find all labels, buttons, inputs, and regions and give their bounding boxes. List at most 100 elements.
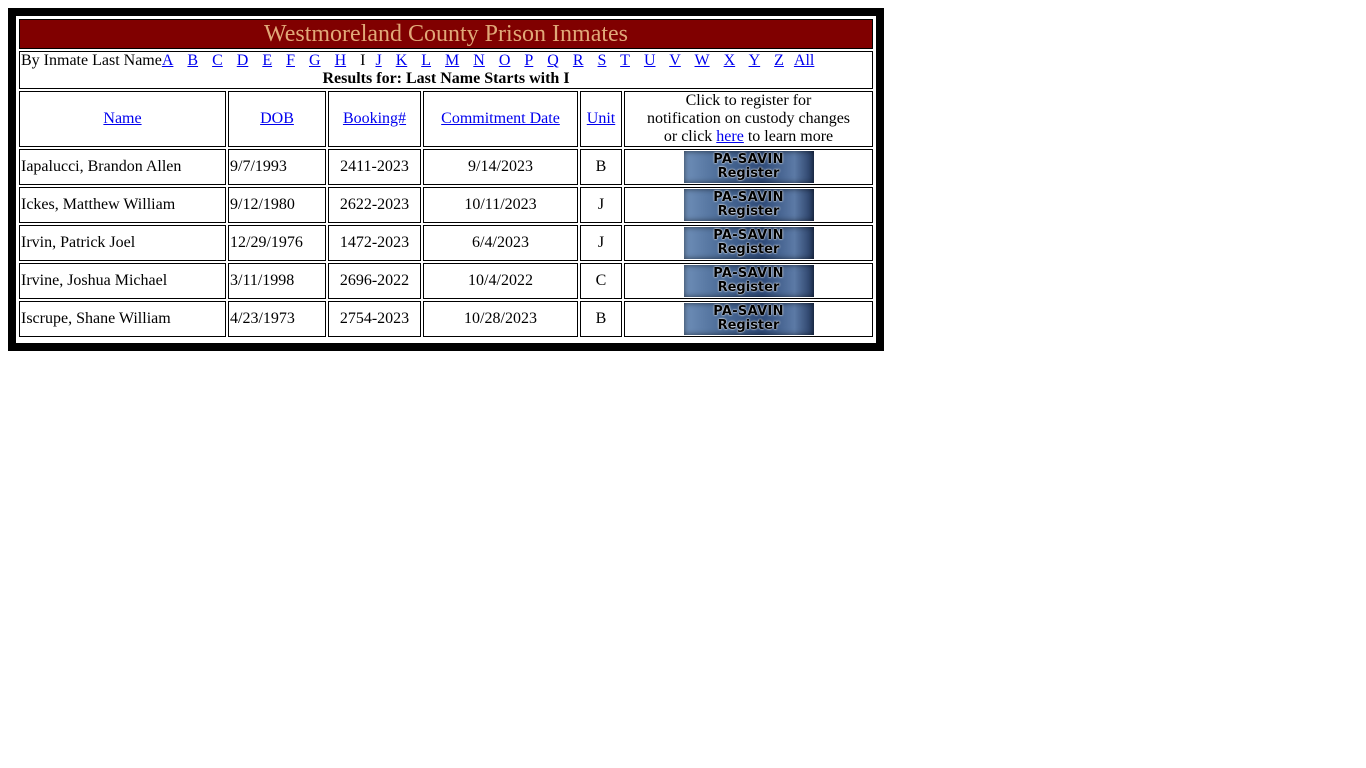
letter-link-k[interactable]: K [396,52,408,69]
booking-number-cell: 2754-2023 [328,301,421,337]
letter-link-h[interactable]: H [335,52,347,69]
letter-nav: By Inmate Last NameA B C D E F G H I J K… [19,51,873,89]
inmate-name-cell: Iapalucci, Brandon Allen [19,149,226,185]
header-booking: Booking# [328,91,421,147]
page-frame: Westmoreland County Prison Inmates By In… [8,8,884,351]
letter-link-m[interactable]: M [445,52,459,69]
button-line-1: PA-SAVIN [713,304,784,319]
letter-link-o[interactable]: O [499,52,511,69]
letter-link-v[interactable]: V [669,52,681,69]
booking-number-cell: 1472-2023 [328,225,421,261]
commitment-date-cell: 9/14/2023 [423,149,578,185]
table-row: Ickes, Matthew William 9/12/1980 2622-2023… [19,187,873,223]
header-unit: Unit [580,91,622,147]
pa-savin-register-button[interactable]: PA-SAVIN Register [683,265,814,297]
inmate-name-cell: Iscrupe, Shane William [19,301,226,337]
letter-link-n[interactable]: N [473,52,485,69]
pa-savin-register-button[interactable]: PA-SAVIN Register [683,189,814,221]
button-line-1: PA-SAVIN [713,228,784,243]
pa-savin-register-button[interactable]: PA-SAVIN Register [683,151,814,183]
unit-cell: C [580,263,622,299]
letter-link-c[interactable]: C [212,52,223,69]
letter-link-y[interactable]: Y [749,52,761,69]
booking-number-cell: 2696-2022 [328,263,421,299]
letter-link-q[interactable]: Q [547,52,559,69]
register-text-2: notification on custody changes [646,110,851,127]
nav-prefix: By Inmate Last Name [21,52,162,69]
unit-cell: B [580,149,622,185]
letter-link-w[interactable]: W [695,52,710,69]
register-cell: PA-SAVIN Register [624,263,873,299]
button-line-1: PA-SAVIN [713,152,784,167]
button-line-1: PA-SAVIN [713,266,784,281]
register-cell: PA-SAVIN Register [624,225,873,261]
table-row: Iscrupe, Shane William 4/23/1973 2754-2023… [19,301,873,337]
inmate-dob-cell: 3/11/1998 [228,263,326,299]
unit-cell: B [580,301,622,337]
register-cell: PA-SAVIN Register [624,301,873,337]
letter-link-all[interactable]: All [794,52,814,69]
letter-link-s[interactable]: S [598,52,607,69]
booking-number-cell: 2411-2023 [328,149,421,185]
commitment-date-cell: 10/11/2023 [423,187,578,223]
header-name: Name [19,91,226,147]
register-text-4: to learn more [743,128,834,145]
header-row: Name DOB Booking# Commitment Date Unit C… [19,91,873,147]
inmate-name-cell: Irvine, Joshua Michael [19,263,226,299]
header-register: Click to register for notification on cu… [624,91,873,147]
commitment-date-cell: 6/4/2023 [423,225,578,261]
register-cell: PA-SAVIN Register [624,149,873,185]
learn-more-link[interactable]: here [716,128,744,145]
button-line-2: Register [717,318,780,333]
letter-link-x[interactable]: X [724,52,736,69]
letter-link-a[interactable]: A [162,52,174,69]
table-row: Irvine, Joshua Michael 3/11/1998 2696-2022… [19,263,873,299]
inmate-name-cell: Irvin, Patrick Joel [19,225,226,261]
sort-name-link[interactable]: Name [103,110,141,127]
letter-link-l[interactable]: L [421,52,431,69]
letter-link-u[interactable]: U [644,52,656,69]
button-line-2: Register [717,166,780,181]
letter-link-b[interactable]: B [187,52,198,69]
button-line-2: Register [717,242,780,257]
pa-savin-register-button[interactable]: PA-SAVIN Register [683,227,814,259]
letter-current-i: I [360,52,366,69]
booking-number-cell: 2622-2023 [328,187,421,223]
inmate-dob-cell: 9/12/1980 [228,187,326,223]
table-row: Iapalucci, Brandon Allen 9/7/1993 2411-202… [19,149,873,185]
button-line-1: PA-SAVIN [713,190,784,205]
table-row: Irvin, Patrick Joel 12/29/1976 1472-2023 6/… [19,225,873,261]
commitment-date-cell: 10/4/2022 [423,263,578,299]
unit-cell: J [580,225,622,261]
pa-savin-register-button[interactable]: PA-SAVIN Register [683,303,814,335]
letter-link-z[interactable]: Z [774,52,784,69]
register-text-3: or click [663,128,717,145]
letter-link-p[interactable]: P [524,52,533,69]
header-dob: DOB [228,91,326,147]
inmate-table: Westmoreland County Prison Inmates By In… [17,17,875,339]
inmate-dob-cell: 4/23/1973 [228,301,326,337]
inmate-name-cell: Ickes, Matthew William [19,187,226,223]
inmate-dob-cell: 12/29/1976 [228,225,326,261]
letter-nav-line: By Inmate Last NameA B C D E F G H I J K… [21,52,871,70]
register-text-1: Click to register for [685,92,812,109]
unit-cell: J [580,187,622,223]
commitment-date-cell: 10/28/2023 [423,301,578,337]
results-summary: Results for: Last Name Starts with I [322,70,570,87]
letter-link-t[interactable]: T [620,52,630,69]
button-line-2: Register [717,280,780,295]
page-title: Westmoreland County Prison Inmates [19,19,873,49]
letter-link-g[interactable]: G [309,52,321,69]
letter-link-f[interactable]: F [286,52,295,69]
sort-dob-link[interactable]: DOB [260,110,294,127]
letter-link-e[interactable]: E [262,52,272,69]
button-line-2: Register [717,204,780,219]
letter-link-j[interactable]: J [375,52,381,69]
letter-link-d[interactable]: D [237,52,249,69]
inmate-dob-cell: 9/7/1993 [228,149,326,185]
letter-link-r[interactable]: R [573,52,584,69]
register-cell: PA-SAVIN Register [624,187,873,223]
sort-unit-link[interactable]: Unit [587,110,615,127]
sort-commitment-link[interactable]: Commitment Date [441,110,560,127]
sort-booking-link[interactable]: Booking# [343,110,406,127]
